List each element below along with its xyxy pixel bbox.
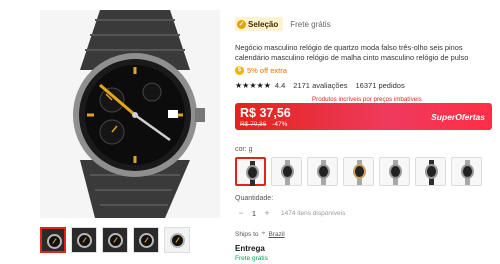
reviews-link[interactable]: 2171 avaliações [293,81,347,90]
thumbnail-4[interactable] [133,227,159,253]
color-option-5[interactable] [379,157,410,186]
color-option-3[interactable] [307,157,338,186]
color-option-2[interactable] [271,157,302,186]
extra-discount[interactable]: $ 5% off extra [235,66,287,75]
coin-icon: $ [235,66,244,75]
rating-value: 4.4 [274,81,286,90]
price-banner-note: Produtos incríveis por preços imbatíveis [312,96,422,103]
old-price-row: R$ 70,86 -47% [240,121,287,128]
quantity-decrease-button[interactable]: − [235,208,247,218]
ships-to-country[interactable]: Brazil [268,231,284,238]
color-option-7[interactable] [451,157,482,186]
extra-discount-label: 5% off extra [247,66,287,75]
current-price: R$ 37,56 [240,106,291,120]
super-ofertas-logo: SuperOfertas [431,112,485,122]
color-option-6[interactable] [415,157,446,186]
selection-label: Seleção [248,19,279,29]
check-icon: ✓ [237,19,246,29]
image-thumbnails [40,227,190,253]
color-label: cor: g [235,146,253,153]
original-price: R$ 70,86 [240,121,267,128]
discount-percent: -47% [272,121,288,128]
thumbnail-1[interactable] [40,227,66,253]
stock-available: 1474 itens disponíveis [281,209,346,217]
orders-count: 16371 pedidos [355,81,405,90]
thumbnail-5[interactable] [164,227,190,253]
delivery-title: Entrega [235,244,265,253]
rating-row: ★★★★★ 4.4 2171 avaliações 16371 pedidos [235,81,405,90]
product-main-image[interactable] [40,10,220,218]
color-option-1[interactable] [235,157,266,186]
ships-to-label: Ships to [235,230,259,238]
quantity-stepper: − 1 + 1474 itens disponíveis [235,208,345,218]
quantity-value[interactable]: 1 [247,209,261,218]
product-title: Negócio masculino relógio de quartzo mod… [235,43,469,62]
color-option-4[interactable] [343,157,374,186]
star-rating-icon: ★★★★★ [235,81,271,90]
selection-badge: ✓ Seleção [235,17,284,31]
selection-row: ✓ Seleção Frete grátis [235,17,331,31]
price-banner: R$ 37,56 R$ 70,86 -47% SuperOfertas [235,103,492,130]
delivery-free-shipping: Frete grátis [235,255,268,262]
free-shipping-label: Frete grátis [290,19,331,29]
ships-to-row: Ships to ⌖ Brazil [235,230,285,238]
quantity-label: Quantidade: [235,195,274,202]
quantity-increase-button[interactable]: + [261,208,273,218]
location-pin-icon: ⌖ [261,230,266,237]
thumbnail-2[interactable] [71,227,97,253]
color-options [235,157,482,186]
thumbnail-3[interactable] [102,227,128,253]
